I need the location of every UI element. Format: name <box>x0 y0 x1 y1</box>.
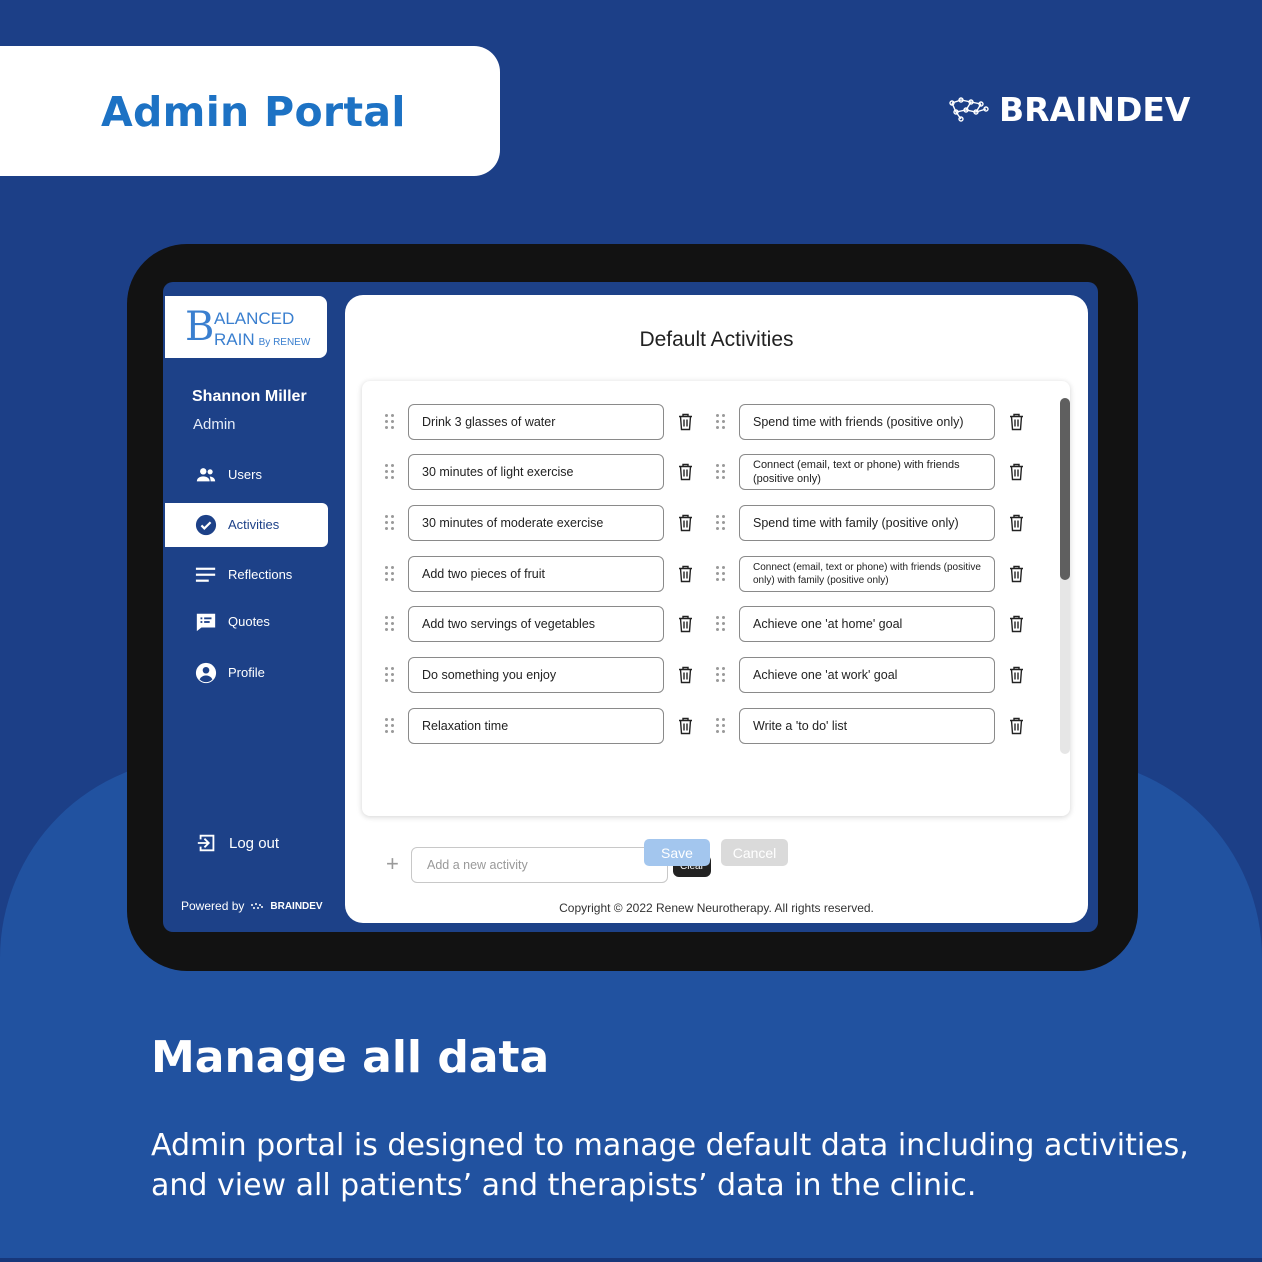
drag-handle-icon[interactable] <box>385 616 397 632</box>
drag-handle-icon[interactable] <box>716 718 728 734</box>
cancel-button[interactable]: Cancel <box>721 839 788 866</box>
trash-icon[interactable] <box>1009 413 1024 431</box>
activity-field[interactable]: Add two servings of vegetables <box>408 606 664 642</box>
activity-field[interactable]: 30 minutes of light exercise <box>408 454 664 490</box>
trash-icon[interactable] <box>1009 717 1024 735</box>
trash-icon[interactable] <box>678 514 693 532</box>
description-line-1: Admin portal is designed to manage defau… <box>151 1128 1189 1163</box>
users-icon <box>196 468 216 482</box>
app-logo[interactable]: B ALANCED RAIN By RENEW <box>165 296 327 358</box>
drag-handle-icon[interactable] <box>385 464 397 480</box>
activity-field[interactable]: Do something you enjoy <box>408 657 664 693</box>
user-name: Shannon Miller <box>192 388 307 405</box>
drag-handle-icon[interactable] <box>385 566 397 582</box>
trash-icon[interactable] <box>678 615 693 633</box>
activity-field[interactable]: Connect (email, text or phone) with frie… <box>739 454 995 490</box>
powered-by-label: Powered by <box>181 899 245 913</box>
trash-icon[interactable] <box>678 413 693 431</box>
headline: Manage all data <box>151 1032 550 1083</box>
logo-line2: RAIN By RENEW <box>214 330 311 349</box>
brand-name: BRAINDEV <box>999 89 1191 129</box>
logout-icon <box>197 834 215 852</box>
logo-b-glyph: B <box>185 304 215 350</box>
logo-line1: ALANCED <box>214 309 295 328</box>
sidebar-item-quotes[interactable]: Quotes <box>165 600 328 644</box>
user-role: Admin <box>193 416 236 433</box>
drag-handle-icon[interactable] <box>716 616 728 632</box>
sidebar-item-users[interactable]: Users <box>165 453 328 497</box>
trash-icon[interactable] <box>678 666 693 684</box>
activity-field[interactable]: Spend time with family (positive only) <box>739 505 995 541</box>
trash-icon[interactable] <box>1009 666 1024 684</box>
powered-by: Powered by BRAINDEV <box>181 899 323 913</box>
promo-page: Admin Portal BRAINDEV B ALANCED RAIN By R… <box>0 0 1262 1262</box>
sidebar-item-label: Profile <box>228 665 265 680</box>
activities-list-card: Drink 3 glasses of water 30 minutes of l… <box>362 381 1070 883</box>
trash-icon[interactable] <box>678 565 693 583</box>
main-panel: Default Activities Drink 3 glasses of wa… <box>345 295 1088 923</box>
add-activity-input[interactable]: Add a new activity <box>411 847 668 883</box>
activity-field[interactable]: Write a 'to do' list <box>739 708 995 744</box>
copyright-text: Copyright © 2022 Renew Neurotherapy. All… <box>559 901 874 915</box>
bottom-strip <box>0 1258 1262 1262</box>
profile-icon <box>195 662 217 684</box>
activity-field[interactable]: Relaxation time <box>408 708 664 744</box>
drag-handle-icon[interactable] <box>385 414 397 430</box>
trash-icon[interactable] <box>1009 463 1024 481</box>
save-button[interactable]: Save <box>644 839 710 866</box>
drag-handle-icon[interactable] <box>385 667 397 683</box>
braindev-small-icon <box>251 902 264 909</box>
activity-field[interactable]: Add two pieces of fruit <box>408 556 664 592</box>
activity-field[interactable]: Spend time with friends (positive only) <box>739 404 995 440</box>
trash-icon[interactable] <box>678 463 693 481</box>
powered-by-brand: BRAINDEV <box>270 900 323 912</box>
plus-icon[interactable]: + <box>386 851 399 877</box>
drag-handle-icon[interactable] <box>716 515 728 531</box>
activity-field[interactable]: Achieve one 'at work' goal <box>739 657 995 693</box>
trash-icon[interactable] <box>1009 565 1024 583</box>
logout-label: Log out <box>229 835 280 852</box>
title-card: Admin Portal <box>0 46 500 176</box>
quote-icon <box>196 613 216 632</box>
scrollbar-thumb[interactable] <box>1060 398 1070 580</box>
activity-field[interactable]: Achieve one 'at home' goal <box>739 606 995 642</box>
check-circle-icon <box>195 514 217 536</box>
trash-icon[interactable] <box>678 717 693 735</box>
trash-icon[interactable] <box>1009 615 1024 633</box>
drag-handle-icon[interactable] <box>716 566 728 582</box>
sidebar-item-label: Users <box>228 467 262 482</box>
sidebar-item-reflections[interactable]: Reflections <box>165 553 328 597</box>
description: Admin portal is designed to manage defau… <box>151 1126 1189 1206</box>
drag-handle-icon[interactable] <box>385 515 397 531</box>
brand-logo: BRAINDEV <box>947 89 1191 129</box>
panel-title: Default Activities <box>639 328 794 351</box>
sidebar-item-profile[interactable]: Profile <box>165 651 328 695</box>
drag-handle-icon[interactable] <box>716 667 728 683</box>
lines-icon <box>195 567 216 582</box>
sidebar-item-label: Activities <box>228 517 280 532</box>
activity-field[interactable]: 30 minutes of moderate exercise <box>408 505 664 541</box>
page-title: Admin Portal <box>101 88 406 136</box>
sidebar-item-label: Quotes <box>228 614 270 629</box>
description-line-2: and view all patients’ and therapists’ d… <box>151 1168 977 1203</box>
braindev-logo-icon <box>949 97 989 122</box>
trash-icon[interactable] <box>1009 514 1024 532</box>
scrollbar[interactable] <box>1060 398 1070 754</box>
drag-handle-icon[interactable] <box>716 464 728 480</box>
activity-field[interactable]: Drink 3 glasses of water <box>408 404 664 440</box>
drag-handle-icon[interactable] <box>385 718 397 734</box>
activity-field[interactable]: Connect (email, text or phone) with frie… <box>739 556 995 592</box>
sidebar-item-label: Reflections <box>228 567 293 582</box>
sidebar-item-activities[interactable]: Activities <box>165 503 328 547</box>
drag-handle-icon[interactable] <box>716 414 728 430</box>
